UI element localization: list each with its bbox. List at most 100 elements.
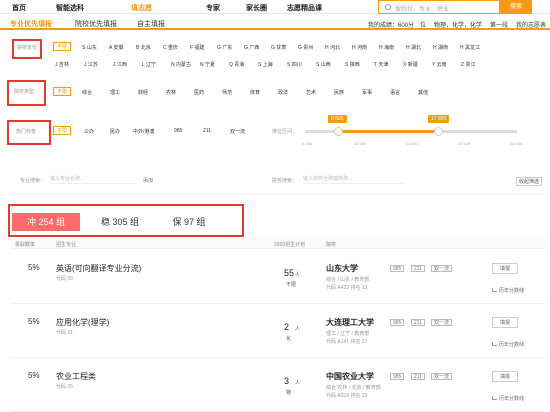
hot-tag-option[interactable]: 中外/港澳 (133, 128, 154, 135)
my-plan-link[interactable]: 我的志愿表 (516, 20, 546, 29)
major-search-input[interactable]: 输入专业名称... (50, 175, 135, 184)
province-option[interactable]: Q 青海 (229, 61, 244, 68)
hot-tag-option[interactable]: 211 (203, 128, 211, 134)
fill-button[interactable]: 填报 (492, 263, 518, 274)
history-score-link[interactable]: 历年分数线 (492, 395, 524, 402)
province-option[interactable]: G 广西 (244, 44, 259, 51)
type-option[interactable]: 艺术 (306, 89, 316, 96)
type-option[interactable]: 财经 (138, 89, 148, 96)
school-search-input[interactable]: 输入院校全称或简称... (303, 175, 403, 184)
hot-all-tag[interactable]: 不限 (53, 126, 72, 135)
province-option[interactable]: S 山东 (82, 44, 97, 51)
school-name[interactable]: 山东大学 (326, 263, 358, 274)
hot-tag-option[interactable]: 985 (174, 128, 182, 134)
type-all-tag[interactable]: 不限 (53, 87, 72, 96)
range-tick-label: 19 439 (458, 141, 471, 146)
province-option[interactable]: F 福建 (190, 44, 204, 51)
major-name[interactable]: 英语(可向翻译专业分流) (56, 263, 141, 274)
school-name[interactable]: 中国农业大学 (326, 371, 374, 382)
range-high-handle[interactable] (434, 127, 443, 136)
province-option[interactable]: G 广东 (217, 44, 232, 51)
type-option[interactable]: 体育 (250, 89, 260, 96)
province-option[interactable]: A 安徽 (109, 44, 123, 51)
divider (10, 194, 545, 195)
school-name[interactable]: 大连理工大学 (326, 317, 374, 328)
segment-safe[interactable]: 保 97 组 (155, 213, 223, 231)
header-major: 招生专业 (56, 242, 77, 248)
province-option[interactable]: H 河南 (352, 44, 367, 51)
type-option[interactable]: 其他 (418, 89, 428, 96)
fill-button[interactable]: 填报 (492, 317, 518, 328)
add-button[interactable]: 添加 (143, 177, 153, 184)
nav-parents[interactable]: 家长圈 (246, 3, 267, 13)
table-row: 5% 农业工程类 代码 05 3 人物 中国农业大学 985 211 双一流 综合 农林 / 北京… (10, 358, 545, 412)
type-option[interactable]: 综合 (82, 89, 92, 96)
province-option[interactable]: H 河北 (325, 44, 340, 51)
nav-home[interactable]: 首页 (12, 3, 26, 13)
type-option[interactable]: 师范 (222, 89, 232, 96)
segment-reach[interactable]: 冲 254 组 (12, 213, 80, 231)
search-box[interactable]: 搜院校、专业、职业 (378, 0, 500, 14)
province-option[interactable]: N 宁夏 (200, 61, 215, 68)
subject-text[interactable]: 物理，化学，化学 (434, 20, 482, 29)
type-option[interactable]: 医药 (194, 89, 204, 96)
hot-tag-option[interactable]: 公办 (84, 128, 94, 135)
type-option[interactable]: 语言 (390, 89, 400, 96)
type-option[interactable]: 理工 (110, 89, 120, 96)
type-option[interactable]: 民族 (334, 89, 344, 96)
province-option[interactable]: Y 云南 (432, 61, 447, 68)
range-tick-label: 5 446 (302, 141, 313, 146)
province-option[interactable]: S 陕西 (345, 61, 360, 68)
admission-probability: 5% (28, 317, 40, 326)
nav-smart-subject[interactable]: 智能选科 (56, 3, 84, 13)
search-button[interactable]: 搜索 (500, 0, 532, 14)
type-option[interactable]: 军事 (362, 89, 372, 96)
province-option[interactable]: J 江苏 (84, 61, 98, 68)
tab-major-first[interactable]: 专业优先填报 (10, 19, 52, 29)
province-option[interactable]: X 新疆 (403, 61, 418, 68)
province-option[interactable]: G 贵州 (298, 44, 313, 51)
province-option[interactable]: S 上海 (258, 61, 273, 68)
major-name[interactable]: 农业工程类 (56, 371, 96, 382)
province-label: 院校省份 (17, 45, 38, 51)
hot-tag-option[interactable]: 民办 (110, 128, 120, 135)
province-option[interactable]: N 内蒙古 (171, 61, 191, 68)
fill-button[interactable]: 填报 (492, 371, 518, 382)
province-option[interactable]: L 辽宁 (142, 61, 156, 68)
nav-premium-course[interactable]: 志愿精品课 (287, 3, 322, 13)
type-option[interactable]: 政法 (278, 89, 288, 96)
school-tag: 211 (411, 373, 425, 380)
province-option[interactable]: C 重庆 (163, 44, 178, 51)
province-option[interactable]: J 吉林 (55, 61, 69, 68)
search-input[interactable]: 搜院校、专业、职业 (395, 4, 449, 13)
province-option[interactable]: S 山西 (316, 61, 331, 68)
plan-unit: 人 (295, 272, 301, 278)
province-option[interactable]: G 甘肃 (271, 44, 286, 51)
province-option[interactable]: B 北京 (136, 44, 151, 51)
province-option[interactable]: H 海南 (379, 44, 394, 51)
hot-tag-option[interactable]: 双一流 (230, 128, 245, 135)
segment-match[interactable]: 稳 305 组 (86, 213, 154, 231)
province-option[interactable]: H 黑龙江 (460, 44, 480, 51)
history-score-link[interactable]: 历年分数线 (492, 287, 524, 294)
batch-select[interactable]: 第一段 (490, 20, 508, 29)
plan-note: 物 (286, 390, 292, 396)
tab-self-fill[interactable]: 自主填报 (137, 19, 165, 29)
province-option[interactable]: Z 浙江 (461, 61, 475, 68)
province-option[interactable]: H 湖南 (433, 44, 448, 51)
nav-fill-application[interactable]: 填志愿 (131, 3, 152, 13)
range-low-handle[interactable] (334, 127, 343, 136)
type-option[interactable]: 农林 (166, 89, 176, 96)
school-tag: 211 (411, 319, 425, 326)
province-all-tag[interactable]: 不限 (53, 42, 72, 51)
province-option[interactable]: H 湖北 (406, 44, 421, 51)
tab-school-first[interactable]: 院校优先填报 (75, 19, 117, 29)
history-score-link[interactable]: 历年分数线 (492, 341, 524, 348)
province-option[interactable]: J 江西 (113, 61, 127, 68)
province-option[interactable]: S 四川 (287, 61, 302, 68)
province-option[interactable]: T 天津 (374, 61, 388, 68)
collapse-filter-button[interactable]: 收起筛选 (516, 177, 543, 186)
range-high-bubble: 17 820 (428, 115, 450, 123)
nav-experts[interactable]: 专家 (206, 3, 220, 13)
major-name[interactable]: 应用化学(理学) (56, 317, 109, 328)
